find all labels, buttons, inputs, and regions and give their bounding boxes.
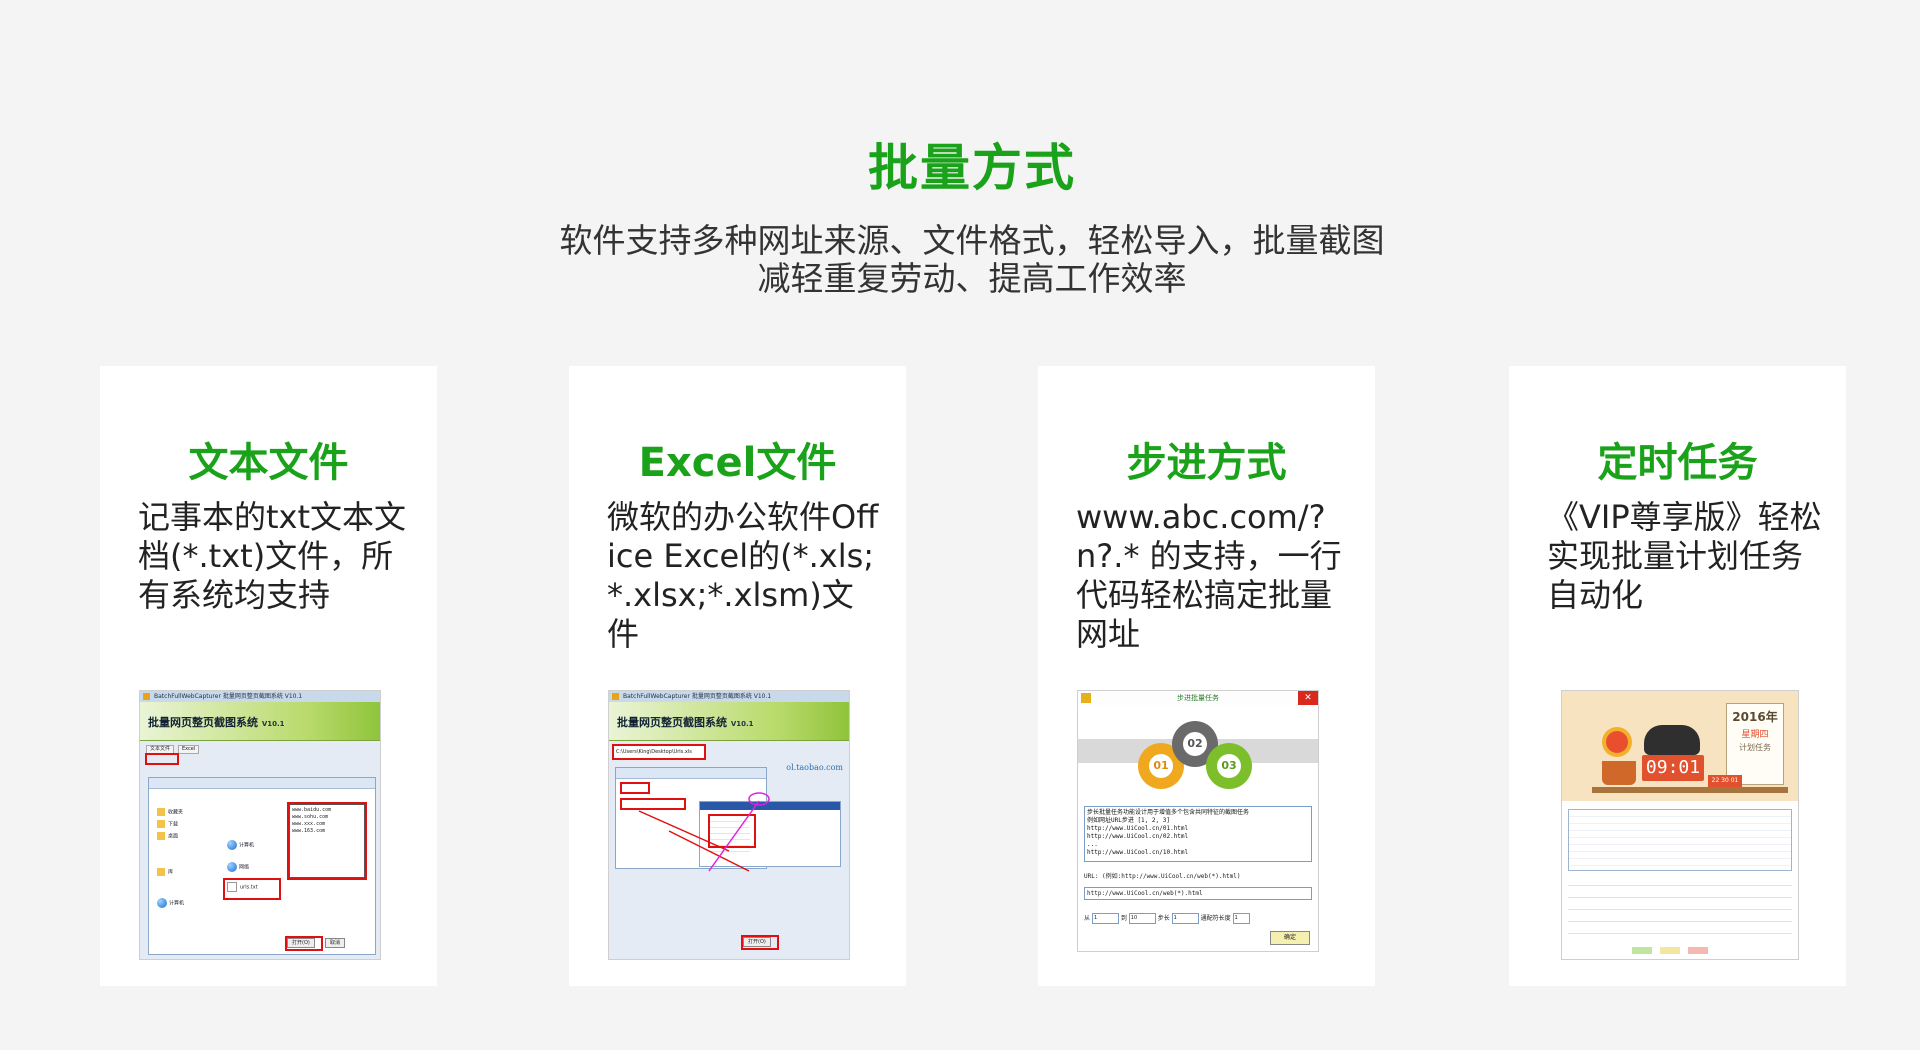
card-excel-file[interactable]: Excel文件 微软的办公软件Office Excel的(*.xls;*.xls… [569,366,906,986]
window-title-bar: BatchFullWebCapturer 批量网页整页截图系统 V10.1 [609,691,849,702]
app-name: 批量网页整页截图系统 V10.1 [617,716,754,729]
folder-item: 收藏夹 [157,808,183,816]
tab-excel: Excel [178,745,200,754]
step-illustration: 01 02 03 [1078,705,1318,805]
dialog-title-bar: 步进批量任务 ✕ [1078,691,1318,705]
app-icon [1081,693,1091,703]
form-row [1568,901,1792,910]
text-file-screenshot: BatchFullWebCapturer 批量网页整页截图系统 V10.1 批量… [139,690,381,960]
url-label: URL: (例如:http://www.UiCool.cn/web(*).htm… [1084,873,1241,880]
action-button [1688,947,1708,954]
task-list [1568,809,1792,871]
globe-icon [227,862,237,872]
card-title: 文本文件 [188,440,349,486]
app-name: 批量网页整页截图系统 V10.1 [148,716,285,729]
subtitle-line-1: 软件支持多种网址来源、文件格式，轻松导入，批量截图 [559,221,1385,260]
url-input: http://www.UiCool.cn/web(*).html [1084,887,1312,900]
folder-icon [157,820,165,828]
action-button [1660,947,1680,954]
file-item: 网络 [227,862,249,872]
feature-cards: 文本文件 记事本的txt文本文档(*.txt)文件，所有系统均支持 BatchF… [100,366,1846,986]
calendar-illustration: 09:01 2016年 星期四 计划任务 22 30 01 [1562,691,1798,801]
card-title: 定时任务 [1597,440,1758,486]
app-banner: 批量网页整页截图系统 V10.1 [140,702,380,741]
calendar-card: 2016年 星期四 计划任务 [1726,703,1784,785]
highlight-box [287,802,367,880]
subtitle-line-2: 减轻重复劳动、提高工作效率 [757,259,1187,298]
scheduled-task-screenshot: 09:01 2016年 星期四 计划任务 22 30 01 [1561,690,1799,960]
cat-icon [1644,725,1700,755]
card-scheduled-task[interactable]: 定时任务 《VIP尊享版》轻松实现批量计划任务自动化 09:01 2016年 星… [1509,366,1846,986]
excel-file-screenshot: BatchFullWebCapturer 批量网页整页截图系统 V10.1 批量… [608,690,850,960]
folder-item: 桌面 [157,832,178,840]
cancel-button: 取消 [325,938,346,948]
highlight-box [285,936,323,951]
shelf [1592,787,1788,793]
step-mode-screenshot: 步进批量任务 ✕ 01 02 03 步长批量任务功能设计用于增值多个包含共同特征… [1077,690,1319,952]
step-description-memo: 步长批量任务功能设计用于增值多个包含共同特征的截图任务 例如网址URL步进 [1,… [1084,806,1312,862]
card-description: www.abc.com/?n?.* 的支持，一行代码轻松搞定批量网址 [1076,498,1342,653]
card-text-file[interactable]: 文本文件 记事本的txt文本文档(*.txt)文件，所有系统均支持 BatchF… [100,366,437,986]
folder-icon [157,868,165,876]
card-title: Excel文件 [638,440,837,486]
folder-item: 下载 [157,820,178,828]
folder-item: 库 [157,868,173,876]
form-row [1568,889,1792,898]
step-params: 从 1 到 10 步长 1 通配符长度 1 [1084,913,1312,925]
highlight-box [223,878,281,900]
open-file-dialog: 收藏夹 下载 桌面 库 计算机 计算机 网络 urls.txt www.baid… [148,777,376,955]
action-button [1632,947,1652,954]
dialog-title-bar [149,778,375,789]
folder-item: 计算机 [157,898,184,908]
from-input: 1 [1091,913,1119,924]
step-number: 01 [1149,754,1173,778]
folder-icon [157,832,165,840]
step-number: 03 [1217,754,1241,778]
highlight-box [741,935,779,950]
date-flip: 22 30 01 [1708,775,1742,787]
card-description: 《VIP尊享版》轻松实现批量计划任务自动化 [1547,498,1822,614]
card-step-mode[interactable]: 步进方式 www.abc.com/?n?.* 的支持，一行代码轻松搞定批量网址 … [1038,366,1375,986]
step-input: 1 [1171,913,1199,924]
section-title: 批量方式 [868,139,1076,197]
highlight-box [145,753,179,765]
form-row [1568,877,1792,886]
globe-icon [157,898,167,908]
globe-icon [227,840,237,850]
window-title-bar: BatchFullWebCapturer 批量网页整页截图系统 V10.1 [140,691,380,702]
section-subtitle: 软件支持多种网址来源、文件格式，轻松导入，批量截图 减轻重复劳动、提高工作效率 [0,222,1920,298]
form-row [1568,913,1792,922]
app-body: C:\Users\King\Desktop\Urls.xls ol.taobao… [609,741,849,959]
flower-icon [1606,731,1628,753]
ok-button: 确定 [1270,931,1310,945]
file-item: 计算机 [227,840,254,850]
step-number: 02 [1183,732,1207,756]
app-banner: 批量网页整页截图系统 V10.1 [609,702,849,741]
close-icon: ✕ [1298,691,1318,705]
to-input: 10 [1128,913,1156,924]
card-description: 记事本的txt文本文档(*.txt)文件，所有系统均支持 [138,498,407,614]
card-title: 步进方式 [1126,440,1287,486]
pad-input: 1 [1232,913,1250,924]
card-description: 微软的办公软件Office Excel的(*.xls;*.xlsx;*.xlsm… [607,498,879,653]
pot-icon [1602,761,1636,785]
folder-icon [157,808,165,816]
form-row [1568,925,1792,934]
connector-lines [638,792,770,872]
flip-clock: 09:01 [1642,755,1704,781]
app-body: 文本文件 Excel 收藏夹 下载 桌面 库 计算机 计算机 网络 urls.t… [140,741,380,959]
